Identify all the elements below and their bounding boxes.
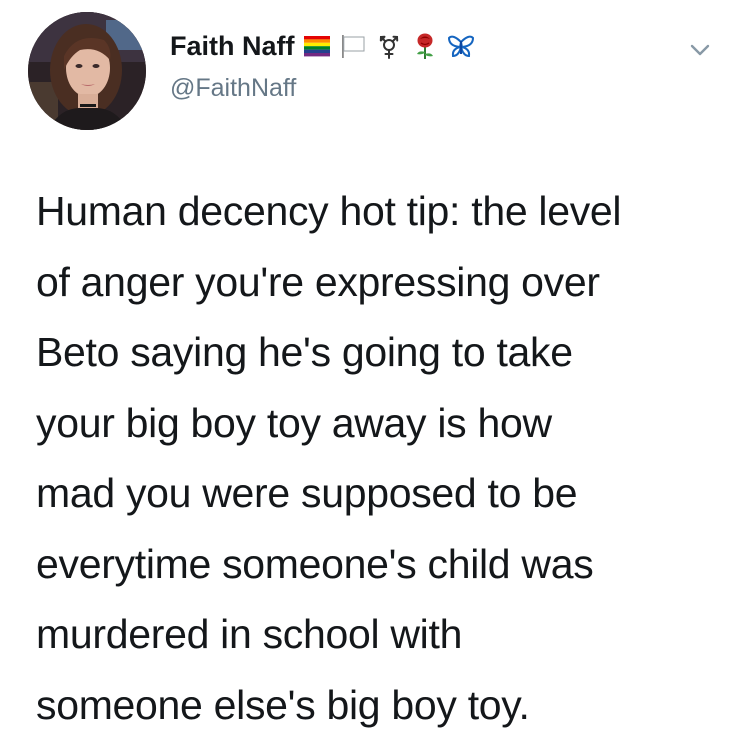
rainbow-flag-icon: [303, 32, 331, 60]
rose-icon: [411, 32, 439, 60]
tweet-text-line: Beto saying he's going to take: [36, 329, 573, 375]
chevron-down-icon[interactable]: [688, 40, 712, 60]
tweet-text-line: mad you were supposed to be: [36, 470, 578, 516]
tweet-text: Human decency hot tip: the level of ange…: [36, 176, 716, 740]
tweet-text-line: Human decency hot tip: the level: [36, 188, 622, 234]
transgender-symbol-icon: [375, 32, 403, 60]
tweet-card: Faith Naff @FaithNaff Human decency hot …: [0, 0, 734, 750]
tweet-text-line: everytime someone's child was: [36, 540, 594, 587]
author-handle[interactable]: @FaithNaff: [170, 74, 296, 103]
author-name-row: Faith Naff: [170, 28, 475, 64]
tweet-text-line: of anger you're expressing over: [36, 258, 600, 305]
butterfly-icon: [447, 32, 475, 60]
white-flag-icon: [339, 32, 367, 60]
tweet-text-line: your big boy toy away is how: [36, 399, 552, 446]
tweet-text-line: murdered in school with: [36, 611, 463, 657]
avatar[interactable]: [28, 12, 146, 130]
tweet-text-line: someone else's big boy toy.: [36, 681, 530, 728]
author-display-name[interactable]: Faith Naff: [170, 31, 295, 62]
